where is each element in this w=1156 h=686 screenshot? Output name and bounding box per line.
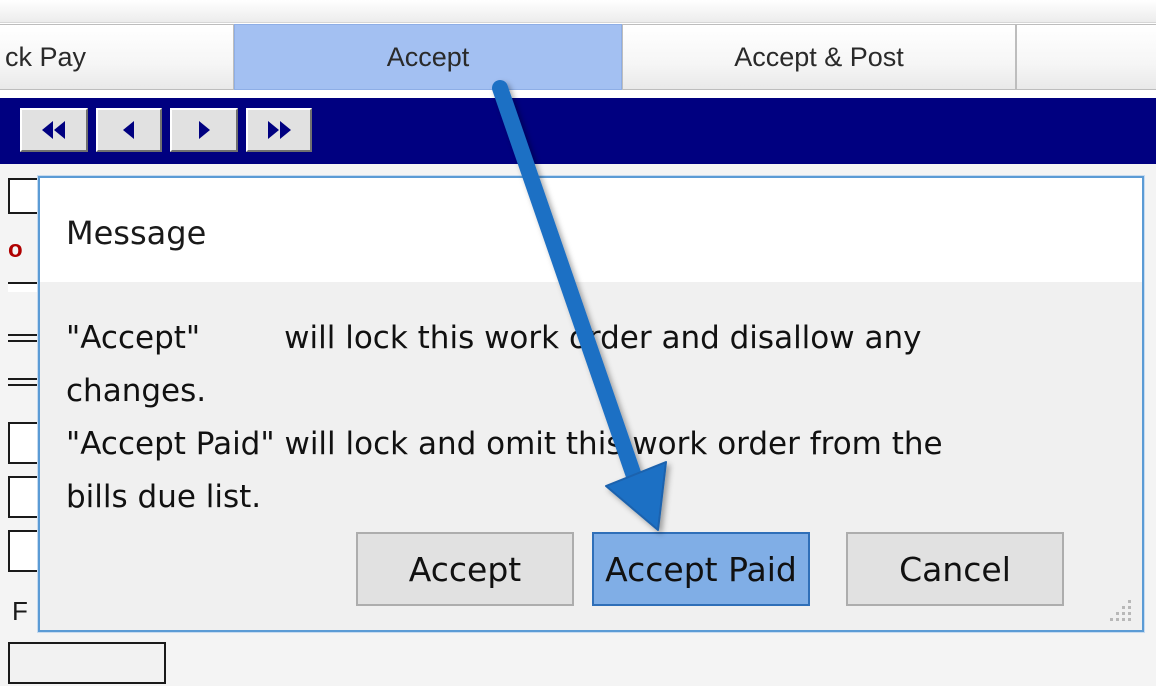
left-arrow-icon <box>123 121 134 139</box>
double-right-arrow-icon <box>268 121 291 139</box>
accept-button[interactable]: Accept <box>356 532 574 606</box>
message-line: changes. <box>66 373 207 409</box>
resize-grip-icon[interactable] <box>1108 596 1134 622</box>
screenshot-stage: ck Pay Accept Accept & Post o F Message … <box>0 0 1156 686</box>
background-divider <box>8 384 38 386</box>
dialog-title-bar[interactable]: Message <box>40 178 1142 282</box>
accept-paid-button[interactable]: Accept Paid <box>592 532 810 606</box>
background-field-label: F <box>12 596 28 626</box>
message-term-accept: "Accept" <box>66 320 201 356</box>
dialog-title: Message <box>66 214 207 252</box>
background-divider <box>8 378 38 380</box>
dialog-message: "Accept" will lock this work order and di… <box>66 312 1106 524</box>
previous-record-button[interactable] <box>96 108 162 152</box>
accept-paid-button-label: Accept Paid <box>605 549 797 589</box>
tab-strip: ck Pay Accept Accept & Post <box>0 0 1156 98</box>
record-navigator-bar <box>0 98 1156 164</box>
message-line: "Accept" will lock this work order and di… <box>66 312 1106 365</box>
background-divider <box>8 340 38 342</box>
message-dialog: Message "Accept" will lock this work orde… <box>38 176 1144 632</box>
tab-accept-and-post-label: Accept & Post <box>734 41 904 72</box>
background-red-label: o <box>8 236 23 263</box>
tab-accept-label: Accept <box>386 41 470 72</box>
tab-quick-pay-label: ck Pay <box>5 41 87 72</box>
tab-strip-top-edge <box>0 0 1156 23</box>
tab-quick-pay[interactable]: ck Pay <box>0 24 234 90</box>
tab-next-clipped[interactable] <box>1016 24 1156 90</box>
cancel-button[interactable]: Cancel <box>846 532 1064 606</box>
message-line: bills due list. <box>66 479 262 515</box>
cancel-button-label: Cancel <box>899 549 1011 589</box>
background-bottom-field[interactable] <box>8 642 166 684</box>
first-record-button[interactable] <box>20 108 88 152</box>
next-record-button[interactable] <box>170 108 238 152</box>
message-line: "Accept Paid" will lock and omit this wo… <box>66 426 943 462</box>
last-record-button[interactable] <box>246 108 312 152</box>
background-divider <box>8 334 38 336</box>
message-line1-text: will lock this work order and disallow a… <box>284 320 922 356</box>
tab-accept-and-post[interactable]: Accept & Post <box>622 24 1016 90</box>
tab-accept[interactable]: Accept <box>234 24 622 90</box>
right-arrow-icon <box>199 121 210 139</box>
accept-button-label: Accept <box>408 549 522 589</box>
double-left-arrow-icon <box>42 121 65 139</box>
